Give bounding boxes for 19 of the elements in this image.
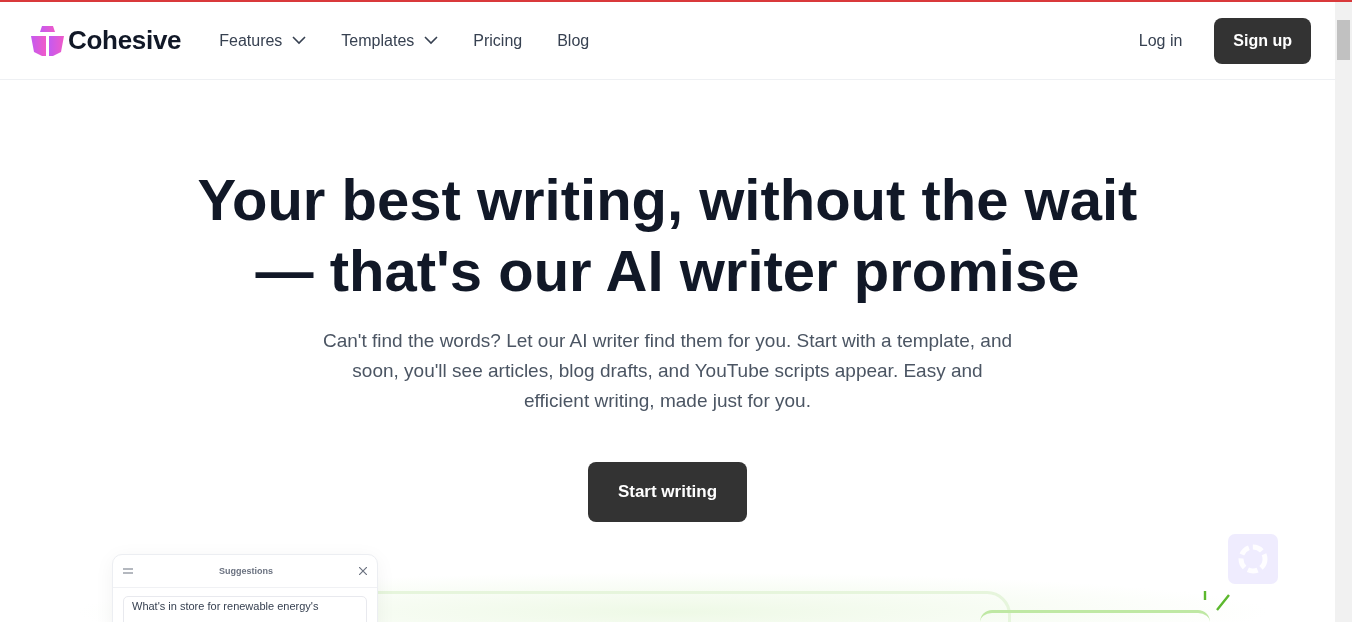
chevron-down-icon: [424, 36, 439, 45]
nav-link[interactable]: Templates: [341, 31, 439, 50]
chevron-down-icon: [292, 36, 307, 45]
sign-up-button[interactable]: Sign up: [1214, 17, 1311, 64]
hero-description: Can't find the words? Let our AI writer find them for you. Start with a template, and soon, you'll see articles, blog drafts, and YouTube scripts appear. Easy and efficient writing, made just for you.: [322, 329, 1013, 413]
scrollbar-thumb[interactable]: [1337, 20, 1350, 60]
close-icon[interactable]: [359, 567, 367, 575]
start-writing-button[interactable]: Start writing: [588, 462, 747, 522]
panel-title: Suggestions: [219, 566, 273, 576]
nav-link[interactable]: Pricing: [473, 31, 523, 50]
menu-icon[interactable]: [123, 568, 133, 574]
hero-headline: Your best writing, without the wait — that's our AI writer promise: [196, 166, 1139, 305]
login-link[interactable]: Log in: [1138, 31, 1183, 50]
nav-link[interactable]: Features: [219, 31, 307, 50]
nav-link[interactable]: Blog: [557, 31, 590, 50]
suggestion-card[interactable]: What's in store for renewable energy's: [123, 596, 367, 622]
brand-name[interactable]: Cohesive: [68, 25, 182, 56]
logo-icon: [31, 25, 64, 56]
suggestion-text: What's in store for renewable energy's: [132, 600, 319, 612]
